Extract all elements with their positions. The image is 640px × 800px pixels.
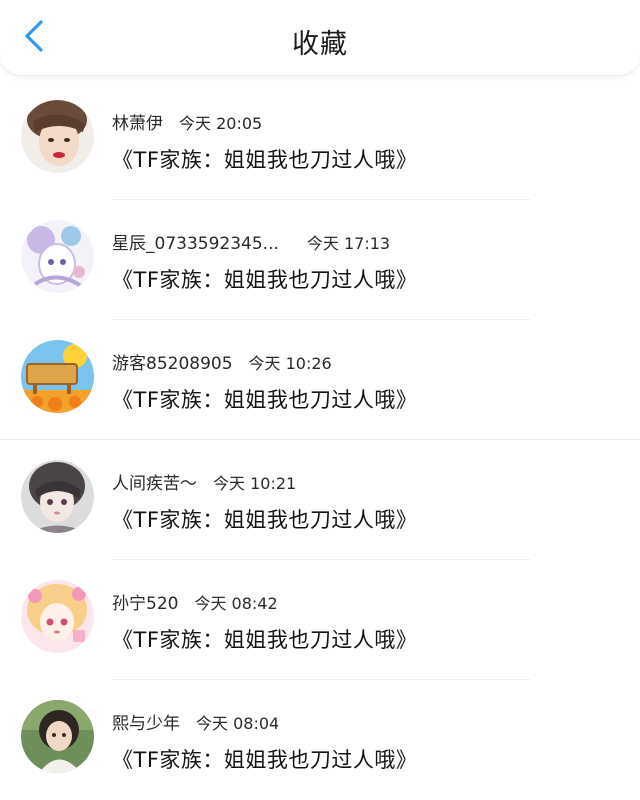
avatar-anime-icon xyxy=(21,460,94,533)
avatar-anime-icon xyxy=(21,220,94,293)
favorite-title[interactable]: 《TF家族：姐姐我也刀过人哦》 xyxy=(112,624,417,654)
timestamp: 今天 10:26 xyxy=(248,354,332,373)
favorite-title[interactable]: 《TF家族：姐姐我也刀过人哦》 xyxy=(112,744,417,774)
avatar[interactable] xyxy=(21,580,94,653)
user-name[interactable]: 林萧伊 xyxy=(112,114,163,134)
list-item[interactable]: 熙与少年 今天 08:04 《TF家族：姐姐我也刀过人哦》 xyxy=(0,680,640,800)
favorite-title[interactable]: 《TF家族：姐姐我也刀过人哦》 xyxy=(112,264,417,294)
favorite-title[interactable]: 《TF家族：姐姐我也刀过人哦》 xyxy=(112,144,417,174)
avatar[interactable] xyxy=(21,700,94,773)
user-name[interactable]: 游客85208905 xyxy=(112,354,233,374)
user-name[interactable]: 熙与少年 xyxy=(112,714,180,734)
user-name[interactable]: 星辰_0733592345... xyxy=(112,234,279,254)
user-name[interactable]: 人间疾苦～ xyxy=(112,474,197,494)
avatar[interactable] xyxy=(21,460,94,533)
avatar[interactable] xyxy=(21,100,94,173)
user-name[interactable]: 孙宁520 xyxy=(112,594,178,614)
avatar-farm-icon xyxy=(21,340,94,413)
item-meta: 孙宁520 今天 08:42 xyxy=(112,589,278,614)
avatar[interactable] xyxy=(21,220,94,293)
favorite-title[interactable]: 《TF家族：姐姐我也刀过人哦》 xyxy=(112,384,417,414)
favorites-list: 林萧伊 今天 20:05 《TF家族：姐姐我也刀过人哦》 星辰_073359234… xyxy=(0,80,640,800)
avatar-anime-icon xyxy=(21,580,94,653)
top-bar: 收藏 xyxy=(0,0,640,76)
timestamp: 今天 08:04 xyxy=(196,714,280,733)
timestamp: 今天 10:21 xyxy=(213,474,297,493)
item-meta: 人间疾苦～ 今天 10:21 xyxy=(112,469,296,494)
timestamp: 今天 17:13 xyxy=(306,234,391,253)
list-item[interactable]: 人间疾苦～ 今天 10:21 《TF家族：姐姐我也刀过人哦》 xyxy=(0,440,640,560)
avatar-photo-icon xyxy=(21,100,94,173)
timestamp: 今天 08:42 xyxy=(194,594,278,613)
avatar[interactable] xyxy=(21,340,94,413)
list-item[interactable]: 林萧伊 今天 20:05 《TF家族：姐姐我也刀过人哦》 xyxy=(0,80,640,200)
avatar-photo-icon xyxy=(21,700,94,773)
item-meta: 游客85208905 今天 10:26 xyxy=(112,349,332,374)
timestamp: 今天 20:05 xyxy=(179,114,263,133)
item-meta: 星辰_0733592345... 今天 17:13 xyxy=(112,229,390,254)
item-meta: 熙与少年 今天 08:04 xyxy=(112,709,279,734)
item-meta: 林萧伊 今天 20:05 xyxy=(112,109,262,134)
favorite-title[interactable]: 《TF家族：姐姐我也刀过人哦》 xyxy=(112,504,417,534)
page-title: 收藏 xyxy=(292,29,348,60)
list-item[interactable]: 孙宁520 今天 08:42 《TF家族：姐姐我也刀过人哦》 xyxy=(0,560,640,680)
list-item[interactable]: 游客85208905 今天 10:26 《TF家族：姐姐我也刀过人哦》 xyxy=(0,320,640,440)
list-item[interactable]: 星辰_0733592345... 今天 17:13 《TF家族：姐姐我也刀过人哦》 xyxy=(0,200,640,320)
